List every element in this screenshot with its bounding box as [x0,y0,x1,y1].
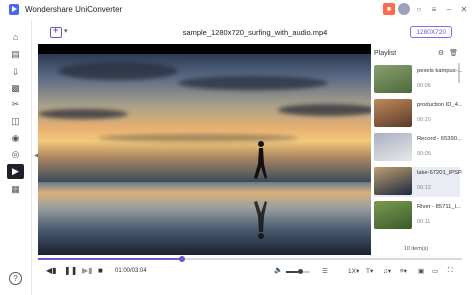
volume-handle[interactable] [297,269,303,274]
app-window: Wondershare UniConverter ■ ○ ≡ – ✕ ⌂ ▤ ⇩… [0,0,474,295]
player-controls: ◀▮ ❚❚ ▶▮ ■ 01:00/03:04 🔈 ☰ 1X▾ T▾ ♫▾ ≡▾ … [38,264,462,280]
volume-slider[interactable] [286,269,310,274]
playlist-item-name: pexels kampus-... [417,68,462,74]
playlist-count: 10 item(s) [403,246,429,252]
playlist-item-duration: 00:11 [417,219,431,225]
headset-icon[interactable]: ○ [413,3,425,15]
playlist-item[interactable]: River - 85711_l... 00:11 [374,201,461,231]
playlist-item-duration: 00:20 [417,117,431,123]
playlist-thumbnail [374,133,412,161]
screen-recorder-icon[interactable]: ◉ [9,132,22,145]
playlist-item[interactable]: lake-67201_lPSP... 00:12 [374,167,462,197]
playlist-thumbnail [374,201,412,229]
volume-icon[interactable]: 🔈 [274,266,283,274]
player-header: ▾ sample_1280x720_surfing_with_audio.mp4… [38,24,472,42]
playlist-item-duration: 00:05 [417,151,431,157]
playlist-item-name: lake-67201_lPSP... [417,170,462,176]
playlist-item-duration: 00:12 [417,185,431,191]
merger-icon[interactable]: ◫ [9,115,22,128]
equalizer-icon[interactable]: ☰ [322,267,328,275]
person-silhouette [254,141,267,179]
playback-speed-icon[interactable]: 1X▾ [348,267,359,275]
playlist-title: Playlist [374,50,397,57]
picture-in-picture-icon[interactable]: ▭ [432,267,438,275]
progress-handle[interactable] [179,256,186,262]
app-title: Wondershare UniConverter [25,5,123,14]
playlist-item[interactable]: pexels kampus-... 00:06 [374,65,462,95]
playlist-thumbnail [374,65,412,93]
playlist-item-name: production ID_4... [417,102,462,108]
playlist-item[interactable]: Record - 65390... 00:05 [374,133,462,163]
playlist-item[interactable]: production ID_4... 00:20 [374,99,462,129]
playlist-item-duration: 00:06 [417,83,431,89]
app-logo-icon [9,4,19,15]
dvd-burner-icon[interactable]: ◎ [9,148,22,161]
user-avatar-icon[interactable] [398,3,410,15]
trash-icon[interactable]: 🗑 [449,49,458,57]
menu-icon[interactable]: ≡ [428,3,440,15]
playlist-panel: Playlist ⚙ 🗑 pexels kampus-... 00:06 produ… [371,44,462,255]
pause-icon[interactable]: ❚❚ [64,266,77,275]
gift-icon[interactable]: ■ [383,3,395,15]
fullscreen-icon[interactable]: ⛶ [448,267,453,275]
file-name: sample_1280x720_surfing_with_audio.mp4 [182,28,328,37]
playlist-item-name: Record - 65390... [417,136,462,142]
time-display: 01:00/03:04 [115,268,147,274]
stop-icon[interactable]: ■ [98,266,103,275]
close-icon[interactable]: ✕ [458,3,470,15]
screenshot-icon[interactable]: ▣ [418,267,424,275]
video-water [38,182,371,255]
next-icon[interactable]: ▶▮ [82,266,93,275]
video-compressor-icon[interactable]: ▩ [9,82,22,95]
settings-icon[interactable]: ⚙ [438,49,444,57]
progress-bar[interactable] [38,256,462,262]
title-bar: Wondershare UniConverter ■ ○ ≡ – ✕ [0,0,474,20]
help-icon[interactable]: ? [9,272,22,285]
audio-track-icon[interactable]: ♫▾ [383,267,391,275]
video-frame[interactable] [38,44,371,255]
playlist-toggle-icon[interactable]: ≡▾ [400,267,407,275]
sidebar: ⌂ ▤ ⇩ ▩ ✂ ◫ ◉ ◎ ▶ ▦ ? [0,20,32,295]
subtitle-icon[interactable]: T▾ [366,267,373,275]
minimize-icon[interactable]: – [443,3,455,15]
playlist-thumbnail [374,167,412,195]
resolution-badge[interactable]: 1280X720 [410,26,452,38]
titlebar-actions: ■ ○ ≡ – ✕ [383,3,470,15]
player-icon[interactable]: ▶ [7,164,24,179]
home-icon[interactable]: ⌂ [9,30,22,43]
playlist-thumbnail [374,99,412,127]
converter-icon[interactable]: ▤ [9,48,22,61]
previous-icon[interactable]: ◀▮ [46,266,57,275]
video-sky [38,54,371,182]
video-editor-icon[interactable]: ✂ [9,98,22,111]
playlist-item-name: River - 85711_l... [417,204,461,210]
toolbox-icon[interactable]: ▦ [9,183,22,196]
person-reflection [254,201,267,239]
downloader-icon[interactable]: ⇩ [9,66,22,79]
